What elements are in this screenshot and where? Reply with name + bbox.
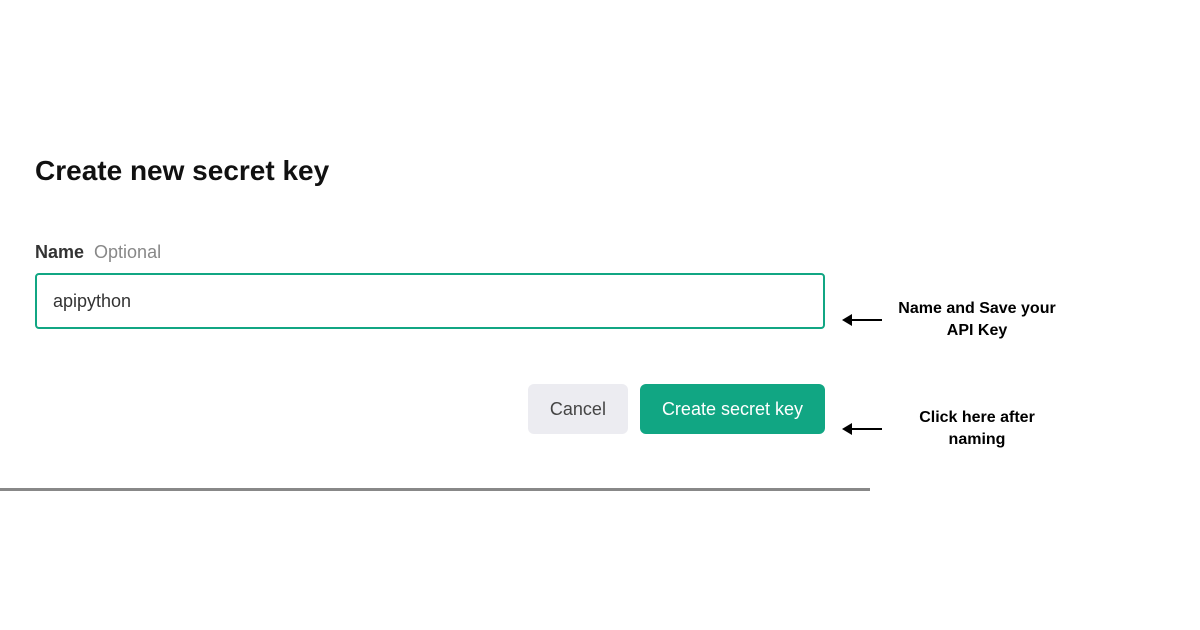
annotation-button-text: Click here after naming [892,407,1062,450]
cancel-button[interactable]: Cancel [528,384,628,434]
arrow-left-icon [842,314,882,326]
annotation-input: Name and Save your API Key [842,298,1062,341]
create-secret-key-button[interactable]: Create secret key [640,384,825,434]
name-field-hint: Optional [94,242,161,263]
create-secret-key-dialog: Create new secret key Name Optional Canc… [35,155,825,434]
annotation-input-text: Name and Save your API Key [892,298,1062,341]
divider-line [0,488,870,491]
dialog-button-row: Cancel Create secret key [35,384,825,434]
arrow-left-icon [842,423,882,435]
dialog-title: Create new secret key [35,155,825,187]
name-input[interactable] [35,273,825,329]
annotation-button: Click here after naming [842,407,1062,450]
name-label-row: Name Optional [35,242,825,263]
name-field-label: Name [35,242,84,263]
